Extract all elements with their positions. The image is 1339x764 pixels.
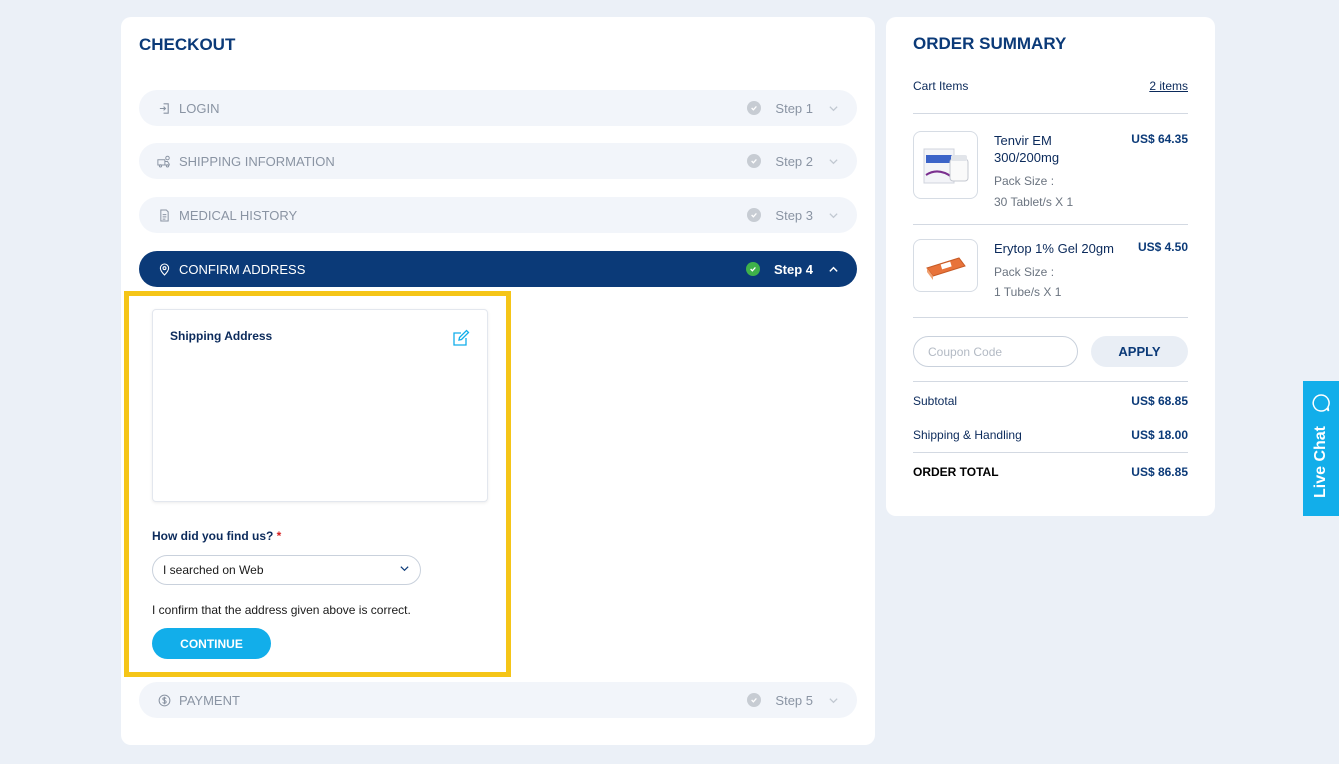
step-number: Step 5 <box>775 692 813 708</box>
product-image-tenvir[interactable] <box>913 131 978 199</box>
cart-items-count-link[interactable]: 2 items <box>1149 79 1188 93</box>
step-confirm-label: CONFIRM ADDRESS <box>179 261 306 277</box>
check-icon <box>745 262 760 276</box>
step-login-label: LOGIN <box>179 100 220 116</box>
step-number: Step 1 <box>775 100 813 116</box>
step-medical-history[interactable]: MEDICAL HISTORY Step 3 <box>139 197 857 233</box>
check-icon <box>747 693 762 707</box>
subtotal-value: US$ 68.85 <box>1131 394 1188 408</box>
coupon-code-input[interactable] <box>913 336 1078 367</box>
item-price: US$ 4.50 <box>1137 240 1188 254</box>
shipping-address-card: Shipping Address <box>152 309 488 502</box>
subtotal-label: Subtotal <box>913 394 958 408</box>
document-icon <box>157 208 171 222</box>
checkout-title: CHECKOUT <box>139 35 236 54</box>
shipping-handling-value: US$ 18.00 <box>1131 428 1188 442</box>
chevron-down-icon[interactable] <box>827 209 839 221</box>
shipping-handling-label: Shipping & Handling <box>913 428 1022 442</box>
find-us-text: How did you find us? <box>152 529 274 543</box>
order-total-label: ORDER TOTAL <box>913 465 999 479</box>
step-number: Step 2 <box>775 153 813 169</box>
apply-coupon-button[interactable]: APPLY <box>1091 336 1188 367</box>
step-medical-label: MEDICAL HISTORY <box>179 207 298 223</box>
divider <box>913 317 1188 318</box>
required-marker: * <box>276 529 282 543</box>
find-us-selected-value: I searched on Web <box>163 563 264 577</box>
step-number: Step 4 <box>773 261 813 277</box>
shipping-address-title: Shipping Address <box>170 329 273 343</box>
order-summary-title: ORDER SUMMARY <box>913 34 1067 53</box>
live-chat-label: Live Chat <box>1312 426 1329 499</box>
check-icon <box>747 101 762 115</box>
item-name: Erytop 1% Gel 20gm <box>994 241 1114 256</box>
location-pin-icon <box>157 262 171 276</box>
step-payment-label: PAYMENT <box>179 692 240 708</box>
chevron-down-icon[interactable] <box>827 102 839 114</box>
continue-button[interactable]: CONTINUE <box>152 628 271 659</box>
find-us-label: How did you find us? * <box>152 529 281 543</box>
check-icon <box>747 154 762 168</box>
chevron-down-icon[interactable] <box>827 155 839 167</box>
order-summary-panel: ORDER SUMMARY Cart Items 2 items Tenvir … <box>886 17 1215 516</box>
order-total-value: US$ 86.85 <box>1131 465 1188 479</box>
item-price: US$ 64.35 <box>1131 132 1188 146</box>
pack-size-label: Pack Size : <box>994 265 1055 279</box>
divider <box>913 381 1188 382</box>
chevron-down-icon <box>399 563 410 577</box>
chat-bubble-icon <box>1311 393 1331 418</box>
divider <box>913 224 1188 225</box>
cart-items-label: Cart Items <box>913 79 969 93</box>
pack-size-value: 1 Tube/s X 1 <box>994 285 1062 299</box>
pack-size-value: 30 Tablet/s X 1 <box>994 195 1074 209</box>
login-icon <box>157 101 171 115</box>
confirm-address-text: I confirm that the address given above i… <box>152 603 411 617</box>
product-image-erytop[interactable] <box>913 239 978 292</box>
find-us-select[interactable]: I searched on Web <box>152 555 421 585</box>
step-login[interactable]: LOGIN Step 1 <box>139 90 857 126</box>
check-icon <box>747 208 762 222</box>
divider <box>913 452 1188 453</box>
step-confirm-address[interactable]: CONFIRM ADDRESS Step 4 <box>139 251 857 287</box>
step-shipping-information[interactable]: SHIPPING INFORMATION Step 2 <box>139 143 857 179</box>
chevron-up-icon[interactable] <box>827 263 839 275</box>
chevron-down-icon[interactable] <box>827 694 839 706</box>
divider <box>913 113 1188 114</box>
step-number: Step 3 <box>775 207 813 223</box>
step-shipping-label: SHIPPING INFORMATION <box>179 153 335 169</box>
edit-icon[interactable] <box>451 328 471 348</box>
item-name: Tenvir EM 300/200mg <box>994 133 1060 165</box>
step-payment[interactable]: PAYMENT Step 5 <box>139 682 857 718</box>
shipping-icon <box>157 154 171 168</box>
dollar-icon <box>157 693 171 707</box>
live-chat-tab[interactable]: Live Chat <box>1303 381 1339 516</box>
pack-size-label: Pack Size : <box>994 174 1055 188</box>
